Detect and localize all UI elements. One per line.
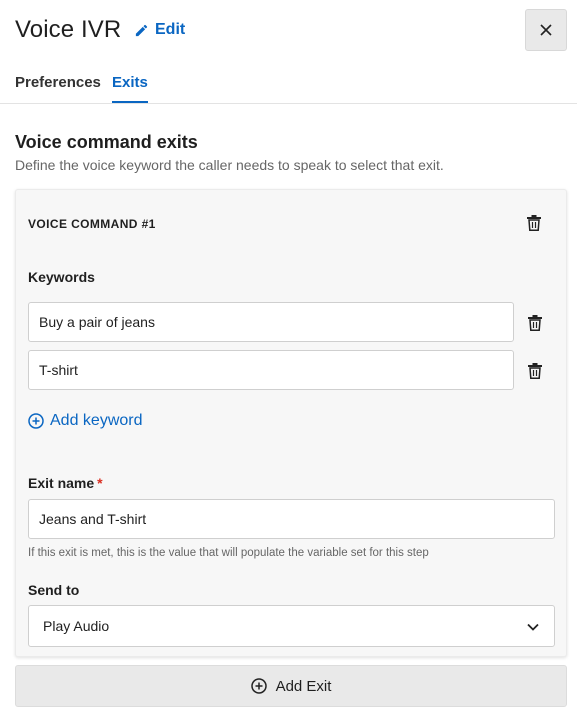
- tab-preferences[interactable]: Preferences: [15, 74, 101, 91]
- chevron-down-icon: [527, 623, 539, 631]
- exit-name-input[interactable]: Jeans and T-shirt: [28, 499, 555, 539]
- trash-icon: [528, 315, 542, 331]
- delete-keyword-button[interactable]: [528, 363, 542, 379]
- exit-name-hint: If this exit is met, this is the value t…: [28, 547, 429, 559]
- keyword-input[interactable]: T-shirt: [28, 350, 514, 390]
- voice-command-title: VOICE COMMAND #1: [28, 217, 156, 231]
- section-title: Voice command exits: [15, 132, 198, 152]
- page-title: Voice IVR: [15, 16, 122, 43]
- add-keyword-button[interactable]: Add keyword: [28, 412, 143, 430]
- close-icon: [540, 24, 552, 36]
- exit-name-label: Exit name *: [28, 475, 103, 491]
- exit-name-label-text: Exit name: [28, 475, 95, 491]
- trash-icon: [527, 215, 541, 231]
- send-to-select[interactable]: Play Audio: [28, 605, 555, 647]
- keywords-label: Keywords: [28, 269, 95, 285]
- add-keyword-label: Add keyword: [50, 412, 143, 429]
- tab-bar: Preferences Exits: [0, 62, 577, 104]
- required-mark: *: [97, 475, 103, 491]
- add-exit-label: Add Exit: [275, 677, 332, 695]
- close-button[interactable]: [525, 9, 567, 51]
- header: Voice IVR Edit: [0, 0, 577, 62]
- voice-command-card: VOICE COMMAND #1 Keywords Buy a pair of …: [15, 189, 567, 657]
- trash-icon: [528, 363, 542, 379]
- plus-circle-icon: [28, 413, 44, 429]
- add-exit-button[interactable]: Add Exit: [15, 665, 567, 707]
- plus-circle-icon: [250, 678, 267, 694]
- keyword-input[interactable]: Buy a pair of jeans: [28, 302, 514, 342]
- send-to-label: Send to: [28, 582, 80, 598]
- pencil-icon: [135, 24, 148, 36]
- edit-button[interactable]: Edit: [134, 21, 185, 39]
- send-to-value: Play Audio: [43, 618, 110, 634]
- edit-label: Edit: [155, 21, 186, 38]
- delete-voice-command-button[interactable]: [527, 215, 541, 231]
- section-description: Define the voice keyword the caller need…: [15, 157, 444, 173]
- delete-keyword-button[interactable]: [528, 315, 542, 331]
- tab-exits[interactable]: Exits: [112, 74, 148, 103]
